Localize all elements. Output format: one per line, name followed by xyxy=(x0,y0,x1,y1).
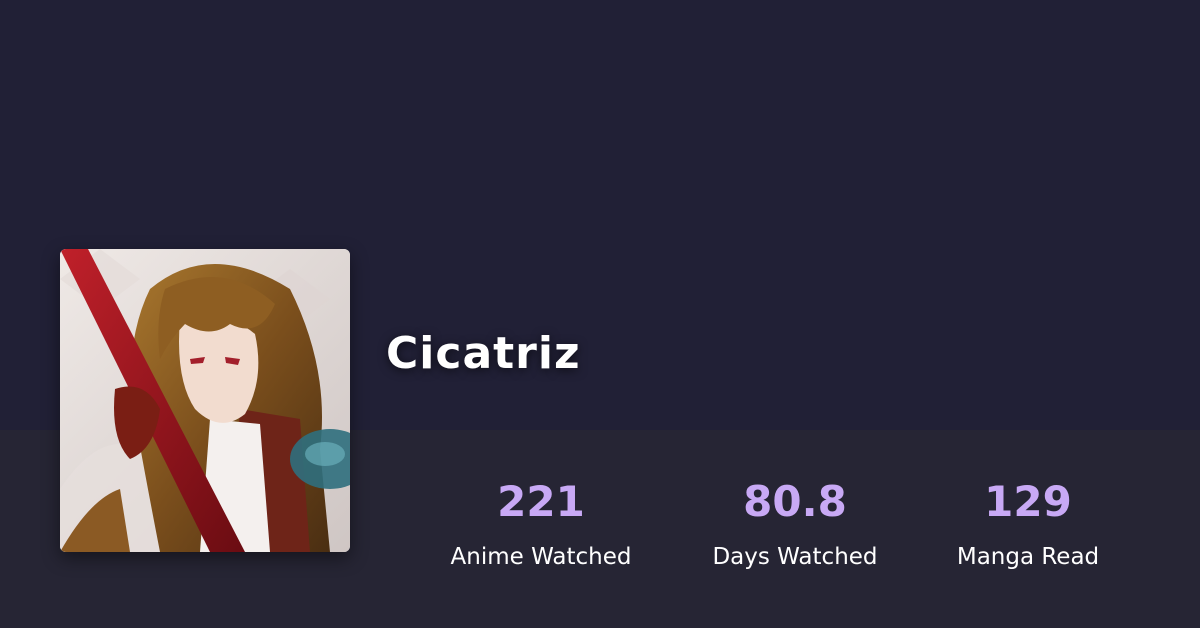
stat-days-watched: 80.8 Days Watched xyxy=(675,476,915,572)
avatar xyxy=(60,249,350,552)
stat-value: 129 xyxy=(984,477,1072,526)
profile-username: Cicatriz xyxy=(386,328,581,379)
avatar-image xyxy=(60,249,350,552)
stat-value: 80.8 xyxy=(743,477,847,526)
stat-label: Days Watched xyxy=(712,544,878,570)
stat-manga-read: 129 Manga Read xyxy=(908,476,1148,572)
stat-anime-watched: 221 Anime Watched xyxy=(421,476,661,572)
stat-value: 221 xyxy=(497,477,585,526)
stat-label: Anime Watched xyxy=(450,544,632,570)
stat-label: Manga Read xyxy=(956,544,1100,570)
